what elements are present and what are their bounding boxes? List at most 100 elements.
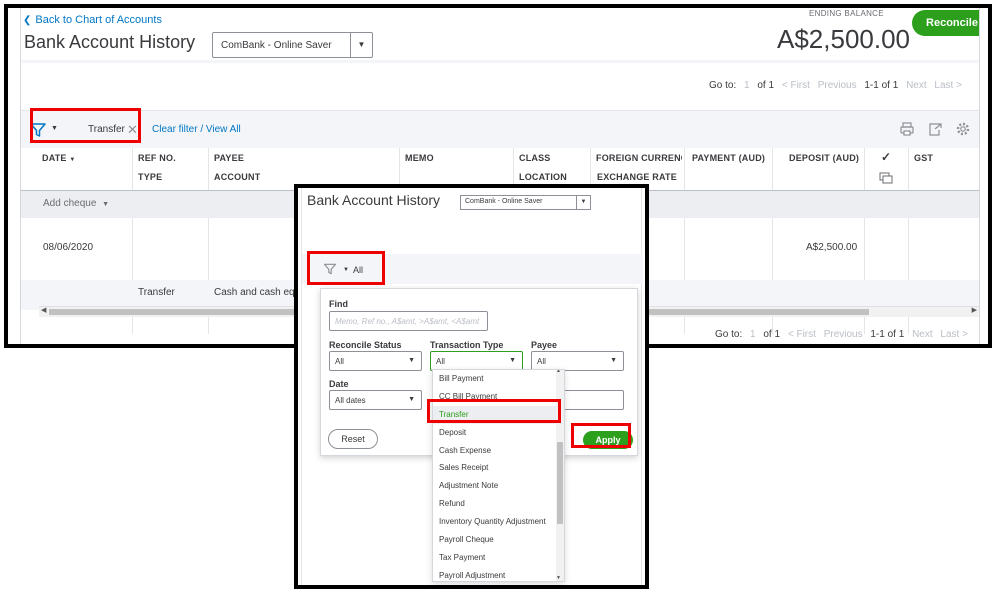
highlight-transfer-box <box>427 399 561 423</box>
pager-first-link[interactable]: < First <box>782 80 810 91</box>
chevron-down-icon: ▼ <box>102 201 110 208</box>
back-link-label: Back to Chart of Accounts <box>35 14 162 26</box>
account-select[interactable]: ComBank - Online Saver ▼ <box>212 32 373 58</box>
ending-balance-value: A$2,500.00 <box>777 24 911 54</box>
sort-down-icon: ▼ <box>69 157 76 163</box>
date-label: Date <box>329 379 349 389</box>
column-header-foreign-currency[interactable]: FOREIGN CURRENC <box>596 153 682 163</box>
column-header-location[interactable]: LOCATION <box>519 172 567 182</box>
reconcile-status-select[interactable]: All ▼ <box>329 351 422 371</box>
pager-next-link[interactable]: Next <box>906 80 927 91</box>
pager-page-input[interactable]: 1 <box>744 80 750 91</box>
chevron-down-icon: ▼ <box>509 357 516 364</box>
popup-screenshot: Bank Account History ComBank - Online Sa… <box>294 184 649 589</box>
chevron-down-icon: ▼ <box>576 196 590 209</box>
pager-first-link[interactable]: < First <box>788 329 816 340</box>
transaction-type-label: Transaction Type <box>430 340 504 350</box>
transaction-type-option[interactable]: Tax Payment <box>433 549 564 567</box>
pager-goto-label: Go to: <box>709 80 737 91</box>
column-header-check[interactable]: ✓ <box>881 150 891 164</box>
pager-page-input[interactable]: 1 <box>750 329 756 340</box>
row-type: Transfer <box>138 287 175 298</box>
payee-select[interactable]: All ▼ <box>531 351 624 371</box>
transaction-type-option[interactable]: Bill Payment <box>433 370 564 388</box>
column-header-exchange-rate[interactable]: EXCHANGE RATE <box>597 172 677 182</box>
batch-edit-icon[interactable] <box>879 172 893 184</box>
row-deposit: A$2,500.00 <box>806 242 858 253</box>
scrollbar-thumb[interactable] <box>557 442 563 524</box>
column-header-account[interactable]: ACCOUNT <box>214 172 260 182</box>
column-date-label: DATE <box>42 153 67 163</box>
print-icon[interactable] <box>899 121 915 137</box>
transaction-type-option[interactable]: Cash Expense <box>433 442 564 460</box>
column-header-class[interactable]: CLASS <box>519 153 551 163</box>
page-title: Bank Account History <box>307 192 441 208</box>
pager-last-link[interactable]: Last > <box>934 80 962 91</box>
chevron-left-icon: ❮ <box>23 15 32 26</box>
pager-previous-link[interactable]: Previous <box>824 329 863 340</box>
transaction-type-option[interactable]: Payroll Cheque <box>433 531 564 549</box>
transaction-type-option[interactable]: Refund <box>433 495 564 513</box>
scroll-down-icon[interactable]: ▼ <box>556 575 561 581</box>
pager-range: 1-1 of 1 <box>870 329 905 340</box>
transaction-type-option[interactable]: Sales Receipt <box>433 459 564 477</box>
pager-top: Go to: 1 of 1 < First Previous 1-1 of 1 … <box>709 80 967 91</box>
highlight-filter-box <box>307 251 385 285</box>
column-header-memo[interactable]: MEMO <box>405 153 434 163</box>
transaction-type-option[interactable]: Deposit <box>433 424 564 442</box>
reconcile-status-value: All <box>335 357 344 366</box>
highlight-filter-box <box>30 108 141 143</box>
scroll-right-icon[interactable]: ▶ <box>972 306 977 314</box>
scroll-up-icon[interactable]: ▲ <box>556 370 561 374</box>
account-select[interactable]: ComBank - Online Saver ▼ <box>460 195 591 210</box>
filter-dropdown-page: Bank Account History ComBank - Online Sa… <box>301 188 643 585</box>
date-to-field[interactable] <box>555 390 624 410</box>
export-icon[interactable] <box>927 121 943 137</box>
divider <box>21 60 979 63</box>
transaction-type-value: All <box>436 357 445 366</box>
row-account: Cash and cash equ <box>214 287 301 298</box>
column-header-type[interactable]: TYPE <box>138 172 162 182</box>
page-title: Bank Account History <box>24 32 196 52</box>
account-select-value: ComBank - Online Saver <box>221 40 332 51</box>
pager-next-link[interactable]: Next <box>912 329 933 340</box>
add-cheque-dropdown[interactable]: Add cheque ▼ <box>43 198 109 209</box>
transaction-type-select[interactable]: All ▼ <box>430 351 523 371</box>
chevron-down-icon: ▼ <box>408 396 415 403</box>
pager-range: 1-1 of 1 <box>864 80 899 91</box>
date-select[interactable]: All dates ▼ <box>329 390 422 410</box>
scroll-left-icon[interactable]: ◀ <box>41 306 46 314</box>
add-cheque-label: Add cheque <box>43 198 97 209</box>
chevron-down-icon: ▼ <box>350 33 372 57</box>
transaction-type-option[interactable]: Inventory Quantity Adjustment <box>433 513 564 531</box>
find-label: Find <box>329 299 348 309</box>
chevron-down-icon: ▼ <box>408 357 415 364</box>
account-select-value: ComBank - Online Saver <box>465 198 543 205</box>
column-header-deposit[interactable]: DEPOSIT (AUD) <box>789 153 859 163</box>
column-header-payment[interactable]: PAYMENT (AUD) <box>692 153 765 163</box>
column-header-date[interactable]: DATE ▼ <box>42 153 75 163</box>
column-header-gst[interactable]: GST <box>914 153 933 163</box>
back-to-chart-of-accounts-link[interactable]: ❮ Back to Chart of Accounts <box>23 14 162 26</box>
reset-button[interactable]: Reset <box>328 429 378 449</box>
find-input[interactable]: Memo, Ref no., A$amt, >A$amt, <A$amt <box>329 311 488 331</box>
pager-previous-link[interactable]: Previous <box>818 80 857 91</box>
pager-goto-label: Go to: <box>715 329 743 340</box>
date-value: All dates <box>335 396 366 405</box>
transaction-type-option[interactable]: Payroll Adjustment <box>433 567 564 581</box>
gear-icon[interactable] <box>955 121 971 137</box>
ending-balance-label: ENDING BALANCE <box>809 9 884 18</box>
pager-of-label: of 1 <box>763 329 781 340</box>
chevron-down-icon: ▼ <box>610 357 617 364</box>
clear-filter-link[interactable]: Clear filter / View All <box>152 124 241 135</box>
pager-last-link[interactable]: Last > <box>940 329 968 340</box>
highlight-apply-box <box>571 423 631 448</box>
reconcile-button[interactable]: Reconcile <box>912 10 979 36</box>
payee-label: Payee <box>531 340 558 350</box>
column-header-ref-no[interactable]: REF NO. <box>138 153 176 163</box>
filter-bar: ▼ Transfer ✕ Clear filter / View All <box>21 110 979 148</box>
payee-value: All <box>537 357 546 366</box>
transaction-type-option[interactable]: Adjustment Note <box>433 477 564 495</box>
pager-of-label: of 1 <box>757 80 775 91</box>
column-header-payee[interactable]: PAYEE <box>214 153 244 163</box>
